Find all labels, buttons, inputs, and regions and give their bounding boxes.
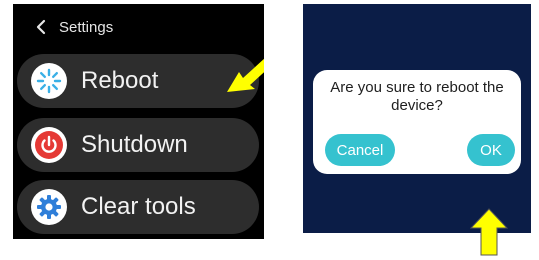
reboot-confirm-screen: Are you sure to reboot the device? Cance… <box>303 4 531 233</box>
settings-screen: Settings Reboot Shutdown Clear tools <box>13 4 264 239</box>
reboot-icon <box>31 63 67 99</box>
reboot-item[interactable]: Reboot <box>17 54 259 108</box>
annotation-arrow-icon <box>227 58 264 92</box>
power-icon <box>31 127 67 163</box>
reboot-label: Reboot <box>81 67 159 94</box>
confirm-dialog: Are you sure to reboot the device? Cance… <box>313 70 521 174</box>
chevron-left-icon[interactable] <box>31 16 51 38</box>
page-title: Settings <box>59 18 114 36</box>
gear-icon <box>31 189 67 225</box>
shutdown-item[interactable]: Shutdown <box>17 118 259 172</box>
cancel-button[interactable]: Cancel <box>325 134 395 166</box>
dialog-message: Are you sure to reboot the device? <box>330 79 504 114</box>
ok-button[interactable]: OK <box>467 134 515 166</box>
clear-tools-item[interactable]: Clear tools <box>17 180 259 234</box>
settings-header: Settings <box>31 16 113 38</box>
annotation-up-arrow-icon <box>470 208 508 256</box>
clear-tools-label: Clear tools <box>81 193 196 220</box>
shutdown-label: Shutdown <box>81 131 188 158</box>
